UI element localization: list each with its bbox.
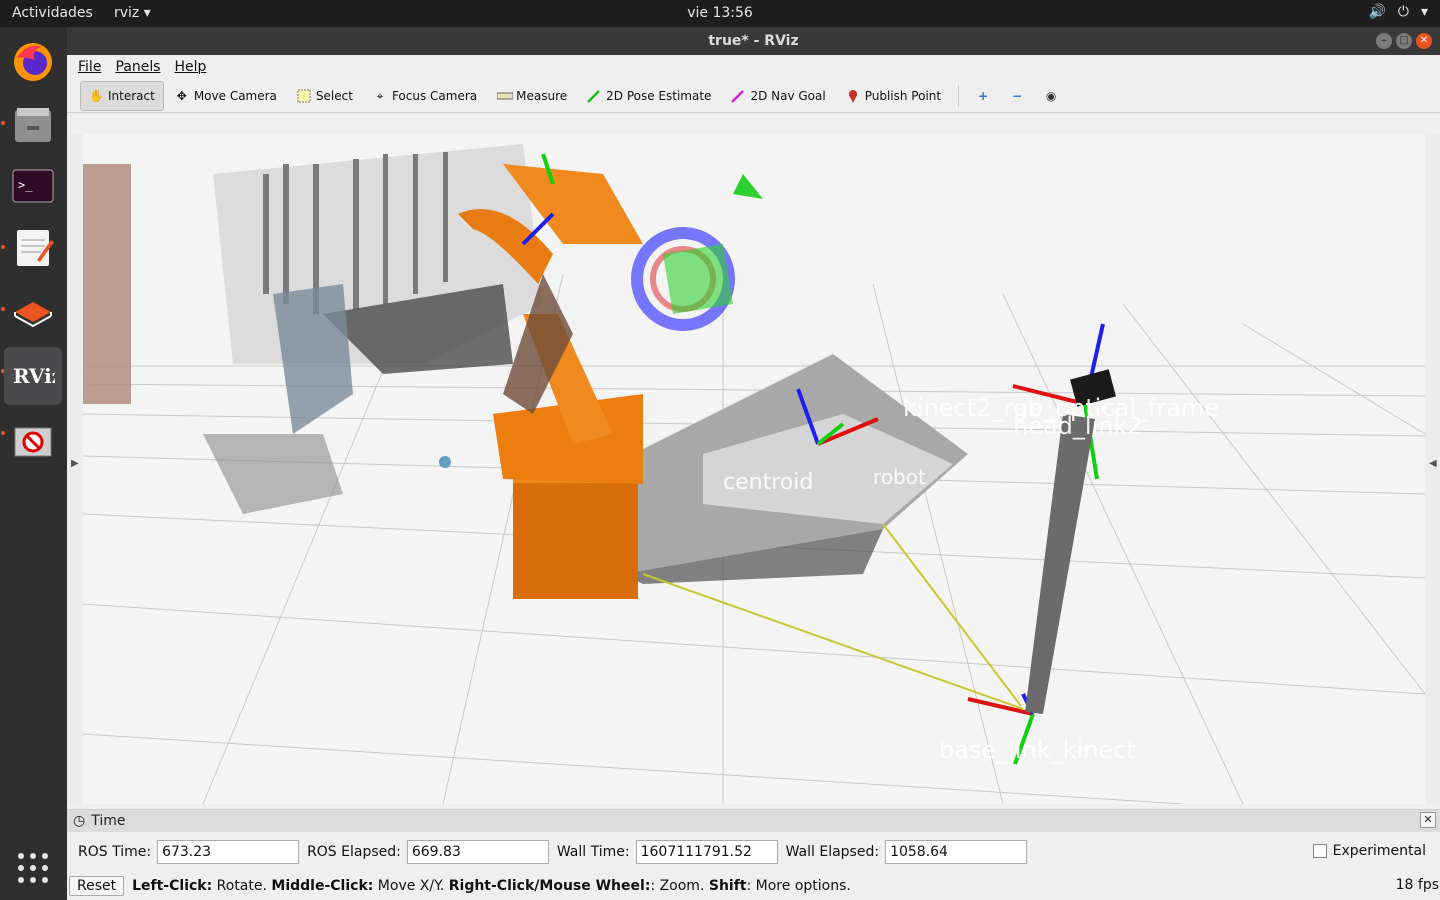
hint-middle-click: Middle-Click: xyxy=(271,878,374,894)
ros-elapsed-field[interactable]: 669.83 xyxy=(406,840,549,864)
svg-text:>_: >_ xyxy=(18,178,33,192)
maximize-button[interactable]: □ xyxy=(1396,33,1412,49)
wall-elapsed-label: Wall Elapsed: xyxy=(785,844,880,860)
tool-2d-pose-estimate[interactable]: 2D Pose Estimate xyxy=(578,81,720,111)
pin-icon xyxy=(846,89,860,103)
menu-help[interactable]: Help xyxy=(175,55,207,79)
app-menu-button[interactable]: rviz ▾ xyxy=(114,5,151,21)
ruler-icon xyxy=(496,89,514,103)
close-button[interactable]: ✕ xyxy=(1416,33,1432,49)
minus-icon: − xyxy=(1012,88,1023,103)
rviz-icon[interactable]: RViz xyxy=(4,347,62,405)
time-panel: ◷ Time ✕ ROS Time: 673.23 ROS Elapsed: 6… xyxy=(67,809,1440,900)
svg-text:RViz: RViz xyxy=(13,364,55,388)
tool-measure[interactable]: Measure xyxy=(488,81,576,111)
clock[interactable]: vie 13:56 xyxy=(0,5,1440,21)
fps-counter: 18 fps xyxy=(1395,877,1439,893)
point-cloud xyxy=(83,144,543,514)
system-tray[interactable]: 🔊 ⏻ ▾ xyxy=(1368,4,1428,20)
hint-shift: Shift xyxy=(708,878,747,894)
firefox-icon[interactable] xyxy=(4,33,62,91)
blocked-app-icon[interactable] xyxy=(4,413,62,471)
menu-bar: File Panels Help xyxy=(67,55,1440,79)
right-dock-collapse[interactable]: ◀ xyxy=(1425,134,1440,804)
status-bar: Reset Left-Click: Rotate. Middle-Click: … xyxy=(69,876,1439,896)
label-head-link: head_link2 xyxy=(1013,412,1143,440)
tool-bar: ✋ Interact ✥ Move Camera Select ⌖ Focus … xyxy=(67,79,1440,113)
time-panel-title: Time xyxy=(91,813,126,829)
green-arrow-icon xyxy=(587,89,601,103)
ros-elapsed-label: ROS Elapsed: xyxy=(307,844,401,860)
hint-left-click: Left-Click: xyxy=(132,878,213,894)
magenta-arrow-icon xyxy=(731,89,745,103)
menu-file[interactable]: File xyxy=(78,55,101,79)
close-panel-button[interactable]: ✕ xyxy=(1420,812,1436,828)
terminal-icon[interactable]: >_ xyxy=(4,157,62,215)
rviz-alt-icon[interactable] xyxy=(4,281,62,339)
rviz-window: true* - RViz – □ ✕ File Panels Help ✋ In… xyxy=(67,27,1440,900)
dock: >_ RViz xyxy=(0,27,67,900)
label-robot: robot xyxy=(873,465,926,489)
focus-icon: ⌖ xyxy=(376,88,384,103)
label-centroid: centroid xyxy=(723,470,813,495)
window-title: true* - RViz xyxy=(708,33,799,49)
files-icon[interactable] xyxy=(4,95,62,153)
wall-time-field[interactable]: 1607111791.52 xyxy=(635,840,778,864)
scene-render: kinect2_rgb_optical_frame head_link2 cen… xyxy=(83,144,1425,804)
ros-time-field[interactable]: 673.23 xyxy=(157,840,300,864)
experimental-toggle[interactable]: Experimental xyxy=(1312,843,1426,859)
tool-focus-camera[interactable]: ⌖ Focus Camera xyxy=(364,81,486,111)
eye-icon: ◉ xyxy=(1045,88,1057,103)
wall-time-label: Wall Time: xyxy=(556,844,630,860)
add-tool-button[interactable]: + xyxy=(967,81,999,111)
menu-panels[interactable]: Panels xyxy=(115,55,160,79)
minimize-button[interactable]: – xyxy=(1376,33,1392,49)
tool-properties-button[interactable]: ◉ xyxy=(1035,81,1067,111)
volume-icon[interactable]: 🔊 xyxy=(1368,4,1385,20)
remove-tool-button[interactable]: − xyxy=(1001,81,1033,111)
show-apps-icon[interactable] xyxy=(4,839,62,897)
3d-render-view[interactable]: kinect2_rgb_optical_frame head_link2 cen… xyxy=(83,134,1425,804)
clock-icon: ◷ xyxy=(73,813,86,829)
hand-icon: ✋ xyxy=(89,88,104,103)
experimental-label: Experimental xyxy=(1332,843,1426,859)
experimental-checkbox[interactable] xyxy=(1312,844,1327,858)
tool-select[interactable]: Select xyxy=(288,81,362,111)
hint-right-click: Right-Click/Mouse Wheel: xyxy=(448,878,651,894)
tool-publish-point[interactable]: Publish Point xyxy=(837,81,950,111)
label-base-link-kinect: base_link_kinect xyxy=(939,736,1136,764)
ros-time-label: ROS Time: xyxy=(78,844,152,860)
window-titlebar[interactable]: true* - RViz – □ ✕ xyxy=(67,27,1440,55)
select-icon xyxy=(297,89,311,103)
chevron-down-icon[interactable]: ▾ xyxy=(1421,4,1428,20)
plus-icon: + xyxy=(978,88,989,103)
wall-elapsed-field[interactable]: 1058.64 xyxy=(885,840,1028,864)
text-editor-icon[interactable] xyxy=(4,219,62,277)
move-icon: ✥ xyxy=(176,88,187,103)
time-panel-header: ◷ Time ✕ xyxy=(67,810,1440,832)
power-icon[interactable]: ⏻ xyxy=(1398,4,1409,20)
tool-move-camera[interactable]: ✥ Move Camera xyxy=(166,81,286,111)
activities-button[interactable]: Actividades xyxy=(12,5,93,21)
tool-2d-nav-goal[interactable]: 2D Nav Goal xyxy=(722,81,834,111)
system-top-bar: Actividades rviz ▾ vie 13:56 🔊 ⏻ ▾ xyxy=(0,0,1440,27)
tool-interact[interactable]: ✋ Interact xyxy=(80,80,164,111)
reset-button[interactable]: Reset xyxy=(69,876,125,896)
left-dock-collapse[interactable]: ▶ xyxy=(67,134,83,804)
